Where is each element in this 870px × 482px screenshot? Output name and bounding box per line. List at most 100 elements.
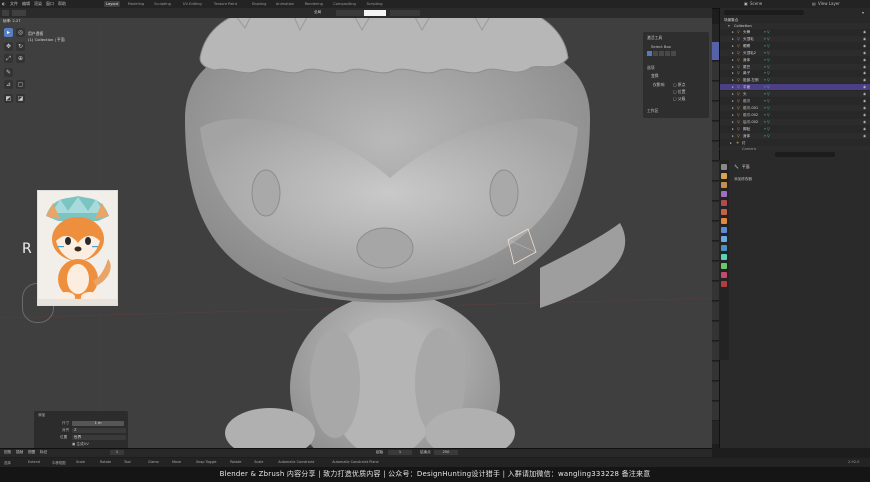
options-section[interactable]: 选项 xyxy=(647,65,655,71)
workspace-tab-5[interactable]: Shading xyxy=(250,1,269,7)
outliner-row[interactable]: ▸ ▽ 前爪.002 ▿ ▽ ◉ xyxy=(720,112,870,118)
outliner-row[interactable]: ▸ ▽ 身体 ▿ ▽ ◉ xyxy=(720,132,870,139)
visibility-eye-icon[interactable]: ◉ xyxy=(863,112,866,118)
modifier-props-icon[interactable] xyxy=(721,227,727,233)
view-menu[interactable]: 视图 xyxy=(28,450,35,455)
visibility-eye-icon[interactable]: ◉ xyxy=(863,77,866,83)
outliner-row[interactable]: ▸ ▽ 眼睛 ▿ ▽ ◉ xyxy=(720,43,870,49)
origin-checkbox[interactable]: ▢ 原点 xyxy=(673,82,685,88)
tab-addon-7[interactable] xyxy=(712,242,719,261)
output-props-icon[interactable] xyxy=(721,182,727,188)
measure-tool-icon[interactable]: ⊿ xyxy=(4,80,13,89)
move-tool-icon[interactable]: ✥ xyxy=(4,42,13,51)
tab-addon-13[interactable] xyxy=(712,362,719,381)
blender-logo-icon[interactable]: ◐ xyxy=(2,1,6,6)
tab-addon-12[interactable] xyxy=(712,342,719,361)
workspace-tab-7[interactable]: Rendering xyxy=(303,1,325,7)
visibility-eye-icon[interactable]: ◉ xyxy=(863,64,866,70)
tab-addon-5[interactable] xyxy=(712,202,719,221)
3d-viewport[interactable]: 用户透视 (1) Collection | 平面 R 激活工具 Select B… xyxy=(0,8,712,448)
menu-file[interactable]: 文件 xyxy=(10,1,18,7)
size-field[interactable]: 1 m xyxy=(72,421,124,426)
outliner-row[interactable]: ▸ ▽ 头骨 ▿ ▽ ◉ xyxy=(720,29,870,35)
tab-item[interactable] xyxy=(712,62,719,81)
current-frame-field[interactable]: 1 xyxy=(110,450,124,455)
outliner-row[interactable]: ▸ ▽ 尾巴 ▿ ▽ ◉ xyxy=(720,63,870,70)
workspace-section[interactable]: 工作区 xyxy=(647,108,658,114)
outliner-row[interactable]: ▸ ▽ 后爪.002 ▿ ▽ ◉ xyxy=(720,118,870,125)
menu-edit[interactable]: 编辑 xyxy=(22,1,30,7)
visibility-eye-icon[interactable]: ◉ xyxy=(863,119,866,125)
tab-addon-15[interactable] xyxy=(712,402,719,421)
workspace-tab-3[interactable]: UV Editing xyxy=(181,1,204,7)
marker-menu[interactable]: 标记 xyxy=(40,450,47,455)
parent-checkbox[interactable]: ▢ 父级 xyxy=(673,96,685,102)
tab-addon-10[interactable] xyxy=(712,302,719,321)
transform-label[interactable]: 变换 xyxy=(651,73,659,79)
scene-selector[interactable]: Scene xyxy=(750,1,762,6)
tab-addon-14[interactable] xyxy=(712,382,719,401)
visibility-eye-icon[interactable]: ◉ xyxy=(863,57,866,63)
annotate-tool-icon[interactable]: ✎ xyxy=(4,68,13,77)
menu-help[interactable]: 帮助 xyxy=(58,1,66,7)
outliner-row[interactable]: ▸ ▽ 头顶毛2 ▿ ▽ ◉ xyxy=(720,49,870,56)
visibility-eye-icon[interactable]: ◉ xyxy=(863,29,866,35)
tab-edit[interactable] xyxy=(712,102,719,121)
view-layer-props-icon[interactable] xyxy=(721,191,727,197)
workspace-tab-4[interactable]: Texture Paint xyxy=(212,1,239,7)
active-tool-section[interactable]: 激活工具 xyxy=(647,35,662,41)
outliner-row[interactable]: ▸ ▽ 头 ▿ ▽ ◉ xyxy=(720,91,870,98)
visibility-eye-icon[interactable]: ◉ xyxy=(863,84,866,90)
overlays-controls[interactable] xyxy=(390,10,420,16)
tab-addon-8[interactable] xyxy=(712,262,719,281)
workspace-tab-1[interactable]: Modeling xyxy=(126,1,146,7)
visibility-eye-icon[interactable]: ◉ xyxy=(863,98,866,104)
texture-props-icon[interactable] xyxy=(721,281,727,287)
workspace-tab-0[interactable]: Layout xyxy=(104,1,121,7)
tab-addon-9[interactable] xyxy=(712,282,719,301)
view-layer-icon[interactable]: ▤ xyxy=(812,1,816,6)
constraints-props-icon[interactable] xyxy=(721,254,727,260)
generate-uv-checkbox[interactable]: ▣ 生成UV xyxy=(72,442,89,447)
workspace-tab-2[interactable]: Sculpting xyxy=(152,1,173,7)
editor-type-icon[interactable] xyxy=(2,10,9,16)
tab-addon-11[interactable] xyxy=(712,322,719,341)
physics-props-icon[interactable] xyxy=(721,245,727,251)
transform-tool-icon[interactable]: ⊕ xyxy=(16,54,25,63)
visibility-eye-icon[interactable]: ◉ xyxy=(863,91,866,97)
tab-addon-3[interactable] xyxy=(712,162,719,181)
operator-title[interactable]: 添加 xyxy=(38,413,45,418)
cursor-tool-icon[interactable]: ◎ xyxy=(16,28,25,37)
visibility-eye-icon[interactable]: ◉ xyxy=(863,126,866,132)
tool-props-icon[interactable] xyxy=(721,164,727,170)
keying-menu[interactable]: 插帧 xyxy=(16,450,23,455)
tab-tool[interactable] xyxy=(712,42,719,61)
workspace-tab-9[interactable]: Scripting xyxy=(365,1,385,7)
scene-props-icon[interactable] xyxy=(721,200,727,206)
outliner-row[interactable]: ▸ ▽ 身体 ▿ ▽ ◉ xyxy=(720,57,870,63)
playback-menu[interactable]: 回放 xyxy=(4,450,11,455)
select-tool-icon[interactable]: ▸ xyxy=(4,28,13,37)
location-dropdown[interactable]: 世界 xyxy=(72,435,126,440)
scale-tool-icon[interactable]: ⤢ xyxy=(4,54,13,63)
visibility-eye-icon[interactable]: ◉ xyxy=(863,36,866,42)
world-props-icon[interactable] xyxy=(721,209,727,215)
filter-icon[interactable]: ▾ xyxy=(862,10,864,15)
outliner-row[interactable]: ▸ ▽ 鼻子 ▿ ▽ ◉ xyxy=(720,70,870,76)
tab-addon-1[interactable] xyxy=(712,122,719,141)
end-frame-field[interactable]: 250 xyxy=(434,450,458,455)
mode-selector[interactable] xyxy=(12,10,26,16)
location-checkbox[interactable]: ▢ 位置 xyxy=(673,89,685,95)
tab-addon-6[interactable] xyxy=(712,222,719,241)
properties-search-input[interactable] xyxy=(775,152,835,157)
outliner-search-input[interactable] xyxy=(724,10,804,15)
tab-addon-4[interactable] xyxy=(712,182,719,201)
scene-icon[interactable]: ▣ xyxy=(744,1,748,6)
outliner-row[interactable]: ▸ ▽ 平面 ▿ ▽ ◉ xyxy=(720,84,870,91)
extrude-tool-icon[interactable]: ◩ xyxy=(4,94,13,103)
outliner-row[interactable]: ▸ ▽ 前爪.001 ▿ ▽ ◉ xyxy=(720,104,870,111)
tab-view[interactable] xyxy=(712,82,719,101)
particles-props-icon[interactable] xyxy=(721,236,727,242)
workspace-tab-8[interactable]: Compositing xyxy=(331,1,358,7)
object-props-icon[interactable] xyxy=(721,218,727,224)
